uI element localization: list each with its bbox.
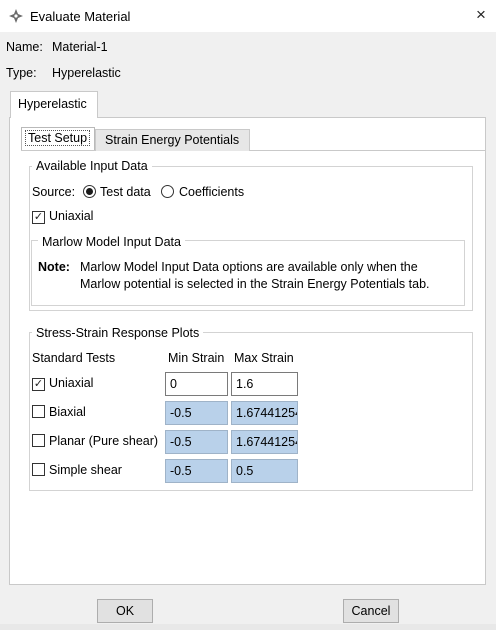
simple-shear-test-checkbox[interactable] <box>32 463 45 479</box>
simple-shear-max-strain-input[interactable]: 0.5 <box>231 459 298 483</box>
uniaxial-data-checkbox[interactable]: ✓ <box>32 209 45 224</box>
window-title: Evaluate Material <box>30 9 131 24</box>
min-strain-header: Min Strain <box>168 351 225 365</box>
uniaxial-test-checkbox[interactable]: ✓ <box>32 376 45 391</box>
max-strain-header: Max Strain <box>234 351 294 365</box>
type-value: Hyperelastic <box>52 66 121 80</box>
available-input-legend: Available Input Data <box>32 159 152 173</box>
stress-strain-legend: Stress-Strain Response Plots <box>32 326 204 340</box>
type-label: Type: <box>6 66 37 80</box>
uniaxial-data-label: Uniaxial <box>49 209 94 223</box>
source-test-data-radio[interactable] <box>83 185 96 201</box>
biaxial-test-label: Biaxial <box>49 405 86 419</box>
radio-selected-icon <box>83 185 96 198</box>
abaqus-cross-icon <box>9 9 23 23</box>
biaxial-min-strain-input[interactable]: -0.5 <box>165 401 228 425</box>
standard-tests-header: Standard Tests <box>32 351 116 365</box>
bottom-edge <box>0 624 496 630</box>
checkbox-empty-icon <box>32 405 45 418</box>
planar-max-strain-input[interactable]: 1.67441254 <box>231 430 298 454</box>
note-text-line1: Marlow Model Input Data options are avai… <box>80 260 418 274</box>
radio-unselected-icon <box>161 185 174 198</box>
tab-test-setup[interactable]: Test Setup <box>21 127 95 150</box>
simple-shear-min-strain-input[interactable]: -0.5 <box>165 459 228 483</box>
simple-shear-test-label: Simple shear <box>49 463 122 477</box>
planar-test-checkbox[interactable] <box>32 434 45 450</box>
planar-min-strain-input[interactable]: -0.5 <box>165 430 228 454</box>
source-label: Source: <box>32 185 76 199</box>
tab-hyperelastic[interactable]: Hyperelastic <box>10 91 98 118</box>
biaxial-max-strain-input[interactable]: 1.67441254 <box>231 401 298 425</box>
checkbox-empty-icon <box>32 434 45 447</box>
checkmark-icon: ✓ <box>32 211 45 224</box>
uniaxial-min-strain-input[interactable]: 0 <box>165 372 228 396</box>
name-label: Name: <box>6 40 43 54</box>
source-coefficients-label[interactable]: Coefficients <box>179 185 244 199</box>
uniaxial-max-strain-input[interactable]: 1.6 <box>231 372 298 396</box>
checkbox-empty-icon <box>32 463 45 476</box>
close-icon[interactable]: × <box>472 6 490 24</box>
biaxial-test-checkbox[interactable] <box>32 405 45 421</box>
source-coefficients-radio[interactable] <box>161 185 174 201</box>
tab-strain-energy-potentials[interactable]: Strain Energy Potentials <box>95 129 250 151</box>
marlow-legend: Marlow Model Input Data <box>38 235 185 249</box>
uniaxial-test-label: Uniaxial <box>49 376 94 390</box>
planar-test-label: Planar (Pure shear) <box>49 434 159 448</box>
checkmark-icon: ✓ <box>32 378 45 391</box>
cancel-button[interactable]: Cancel <box>343 599 399 623</box>
tab-test-setup-label: Test Setup <box>25 130 91 146</box>
note-label: Note: <box>38 260 70 274</box>
source-test-data-label[interactable]: Test data <box>100 185 151 199</box>
note-text-line2: Marlow potential is selected in the Stra… <box>80 277 430 291</box>
name-value: Material-1 <box>52 40 108 54</box>
ok-button[interactable]: OK <box>97 599 153 623</box>
